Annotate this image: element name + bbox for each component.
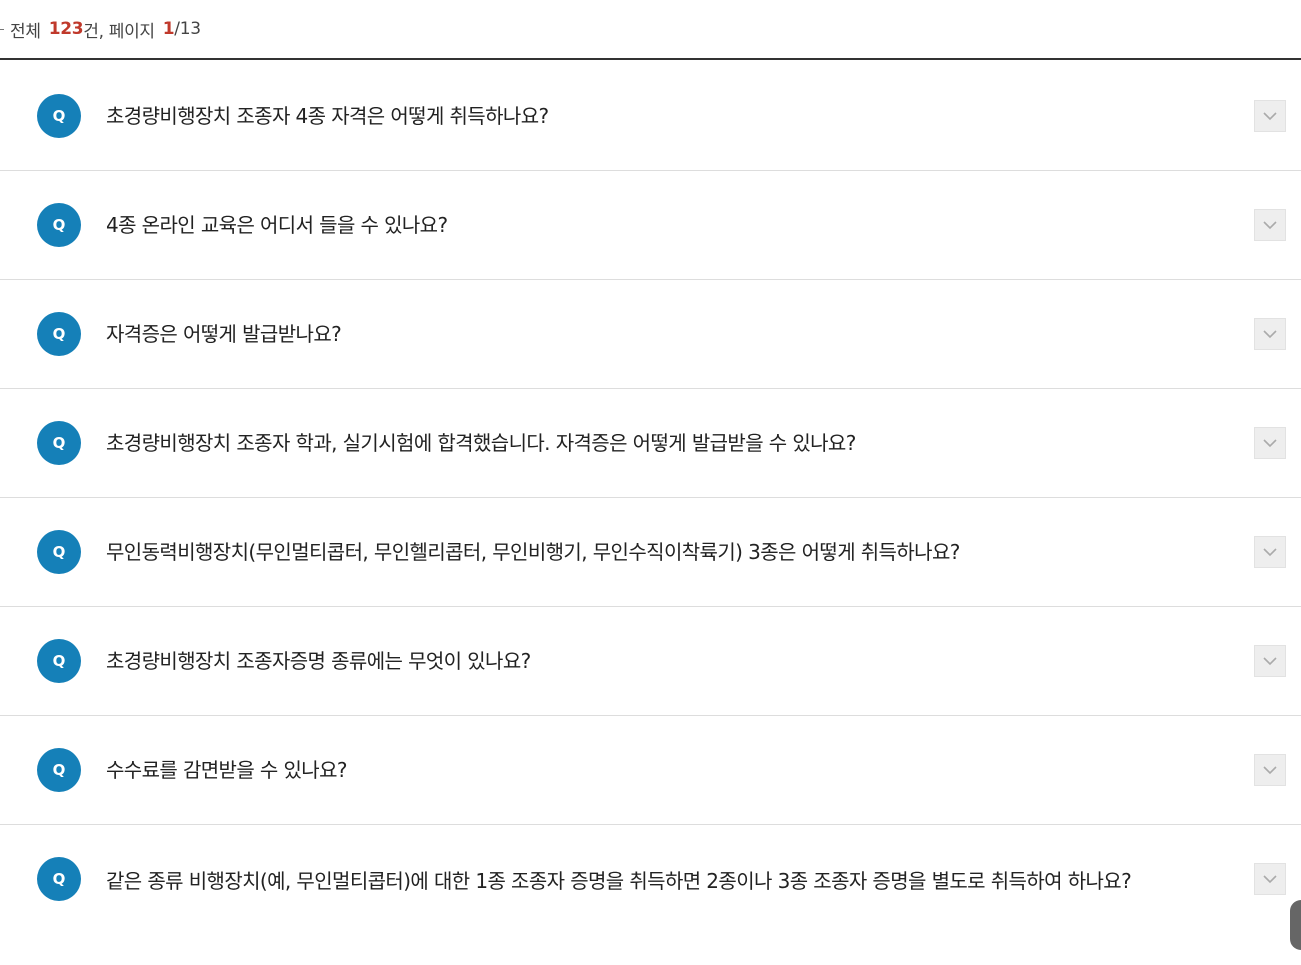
question-badge: Q — [37, 312, 81, 356]
expand-button[interactable] — [1254, 645, 1286, 677]
faq-list: Q 초경량비행장치 조종자 4종 자격은 어떻게 취득하나요? Q 4종 온라인… — [0, 62, 1301, 955]
expand-button[interactable] — [1254, 318, 1286, 350]
question-badge: Q — [37, 203, 81, 247]
expand-button[interactable] — [1254, 100, 1286, 132]
faq-item[interactable]: Q 무인동력비행장치(무인멀티콥터, 무인헬리콥터, 무인비행기, 무인수직이착… — [0, 498, 1301, 607]
total-count: 123 — [48, 19, 84, 39]
faq-item[interactable]: Q 초경량비행장치 조종자 4종 자격은 어떻게 취득하나요? — [0, 62, 1301, 171]
faq-question[interactable]: 초경량비행장치 조종자증명 종류에는 무엇이 있나요? — [106, 645, 1196, 678]
expand-button[interactable] — [1254, 863, 1286, 895]
faq-question[interactable]: 4종 온라인 교육은 어디서 들을 수 있나요? — [106, 209, 1196, 242]
expand-button[interactable] — [1254, 536, 1286, 568]
result-summary: 전체 123 건, 페이지 1 /13 — [0, 0, 1301, 60]
chevron-down-icon — [1263, 329, 1277, 338]
page-label: 페이지 — [108, 21, 155, 42]
faq-question[interactable]: 같은 종류 비행장치(예, 무인멀티콥터)에 대한 1종 조종자 증명을 취득하… — [106, 865, 1196, 898]
chevron-down-icon — [1263, 111, 1277, 120]
expand-button[interactable] — [1254, 754, 1286, 786]
scroll-to-top-handle[interactable] — [1290, 900, 1301, 950]
expand-button[interactable] — [1254, 427, 1286, 459]
chevron-down-icon — [1263, 874, 1277, 883]
chevron-down-icon — [1263, 220, 1277, 229]
question-badge: Q — [37, 94, 81, 138]
count-unit: 건, — [83, 21, 104, 42]
faq-item[interactable]: Q 초경량비행장치 조종자증명 종류에는 무엇이 있나요? — [0, 607, 1301, 716]
chevron-down-icon — [1263, 765, 1277, 774]
chevron-down-icon — [1263, 656, 1277, 665]
total-label: 전체 — [10, 21, 41, 42]
question-badge: Q — [37, 530, 81, 574]
faq-question[interactable]: 수수료를 감면받을 수 있나요? — [106, 754, 1196, 787]
faq-item[interactable]: Q 자격증은 어떻게 발급받나요? — [0, 280, 1301, 389]
question-badge: Q — [37, 421, 81, 465]
question-badge: Q — [37, 748, 81, 792]
faq-question[interactable]: 무인동력비행장치(무인멀티콥터, 무인헬리콥터, 무인비행기, 무인수직이착륙기… — [106, 536, 1196, 569]
faq-item[interactable]: Q 수수료를 감면받을 수 있나요? — [0, 716, 1301, 825]
faq-question[interactable]: 초경량비행장치 조종자 학과, 실기시험에 합격했습니다. 자격증은 어떻게 발… — [106, 427, 1196, 460]
faq-item[interactable]: Q 초경량비행장치 조종자 학과, 실기시험에 합격했습니다. 자격증은 어떻게… — [0, 389, 1301, 498]
faq-question[interactable]: 초경량비행장치 조종자 4종 자격은 어떻게 취득하나요? — [106, 100, 1196, 133]
chevron-down-icon — [1263, 438, 1277, 447]
chevron-down-icon — [1263, 547, 1277, 556]
faq-item[interactable]: Q 같은 종류 비행장치(예, 무인멀티콥터)에 대한 1종 조종자 증명을 취… — [0, 825, 1301, 955]
expand-button[interactable] — [1254, 209, 1286, 241]
faq-question[interactable]: 자격증은 어떻게 발급받나요? — [106, 318, 1196, 351]
total-pages: /13 — [174, 19, 201, 39]
question-badge: Q — [37, 857, 81, 901]
bullet-dot — [0, 28, 4, 30]
faq-item[interactable]: Q 4종 온라인 교육은 어디서 들을 수 있나요? — [0, 171, 1301, 280]
question-badge: Q — [37, 639, 81, 683]
current-page: 1 — [162, 19, 175, 39]
